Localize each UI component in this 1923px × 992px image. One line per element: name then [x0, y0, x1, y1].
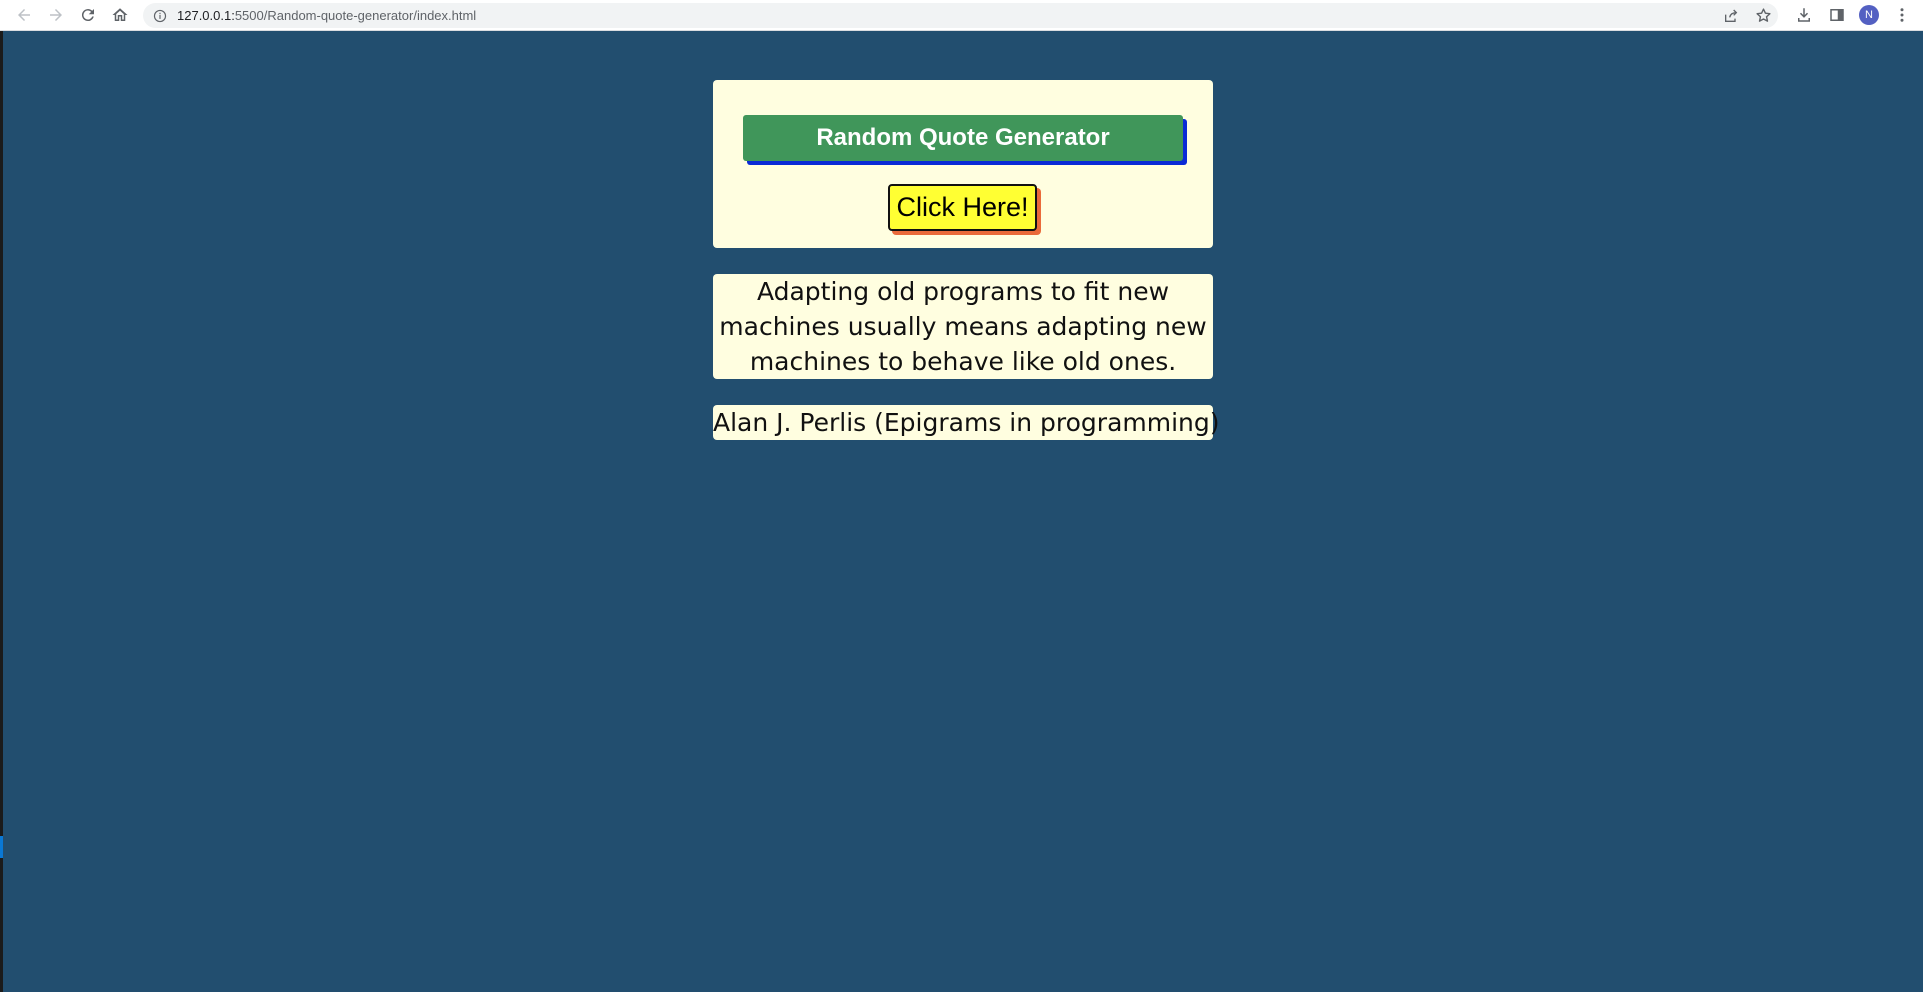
home-icon [112, 8, 128, 21]
new-quote-button[interactable]: Click Here! [888, 184, 1037, 231]
address-bar[interactable]: 127.0.0.1:5500/Random-quote-generator/in… [143, 3, 1778, 28]
home-button[interactable] [108, 3, 132, 27]
quote-panel: Adapting old programs to fit new machine… [713, 274, 1213, 379]
download-icon[interactable] [1792, 3, 1816, 27]
reload-button[interactable] [76, 3, 100, 27]
author-panel: Alan J. Perlis (Epigrams in programming) [713, 405, 1220, 440]
back-button[interactable] [12, 3, 36, 27]
url-host: 127.0.0.1: [177, 8, 235, 23]
url-text: 127.0.0.1:5500/Random-quote-generator/in… [177, 8, 476, 23]
browser-toolbar: 127.0.0.1:5500/Random-quote-generator/in… [0, 0, 1923, 31]
arrow-right-icon [50, 9, 62, 21]
app-title: Random Quote Generator [743, 115, 1183, 161]
side-panel-icon[interactable] [1825, 3, 1849, 27]
quote-text: Adapting old programs to fit new machine… [719, 277, 1207, 376]
info-circle-icon[interactable] [153, 9, 167, 23]
arrow-left-icon [18, 9, 30, 21]
reload-icon [81, 9, 94, 22]
quote-author: Alan J. Perlis (Epigrams in programming) [713, 408, 1220, 437]
forward-button[interactable] [44, 3, 68, 27]
header-panel: Random Quote Generator Click Here! [713, 80, 1213, 248]
profile-avatar[interactable]: N [1859, 5, 1879, 25]
url-path: 5500/Random-quote-generator/index.html [234, 8, 477, 23]
star-icon[interactable] [1754, 7, 1772, 25]
three-dots-vertical-icon[interactable] [1890, 3, 1914, 27]
window-edge-highlight [0, 836, 3, 858]
share-icon[interactable] [1722, 7, 1740, 25]
